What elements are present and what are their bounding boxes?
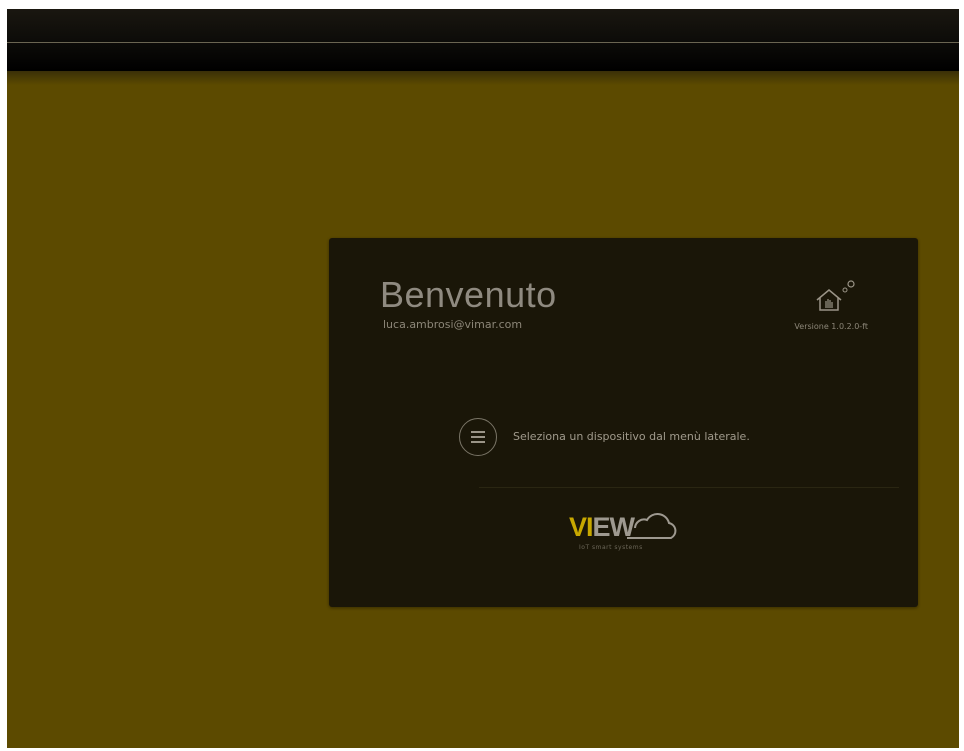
app-version: Versione 1.0.2.0-ft	[794, 322, 868, 331]
side-menu-button[interactable]	[459, 418, 497, 456]
welcome-card: Benvenuto luca.ambrosi@vimar.com Version…	[329, 238, 918, 607]
card-divider	[479, 487, 899, 488]
welcome-title: Benvenuto	[380, 274, 557, 315]
instruction-text: Seleziona un dispositivo dal menù latera…	[513, 430, 750, 443]
app-screen: Benvenuto luca.ambrosi@vimar.com Version…	[7, 9, 959, 748]
cloud-icon	[627, 513, 677, 539]
view-logo: VIEW IoT smart systems	[569, 510, 679, 560]
home-hand-gear-icon	[816, 280, 855, 311]
top-bar	[7, 9, 959, 71]
logo-text-vi: VI	[569, 512, 593, 542]
user-email: luca.ambrosi@vimar.com	[383, 318, 523, 331]
top-bar-divider	[7, 42, 959, 43]
hamburger-menu-icon	[471, 428, 485, 446]
header-shadow	[7, 71, 959, 85]
logo-tagline: IoT smart systems	[579, 544, 643, 551]
